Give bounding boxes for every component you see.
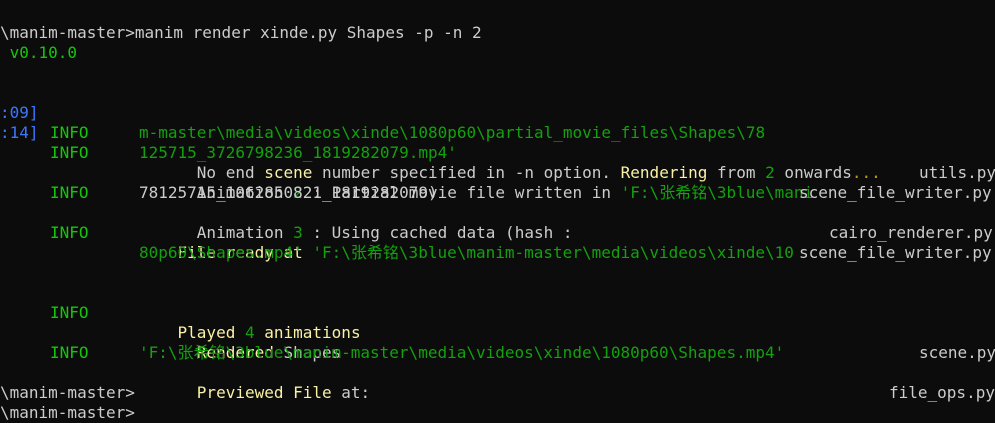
log-entry-1: :09] INFO No end scene number specified …: [0, 83, 995, 182]
log-level: INFO: [50, 303, 89, 322]
log-level: INFO: [50, 123, 89, 142]
log-message-cont: File ready at 'F:\张希铭\3blue\manim-master…: [139, 223, 794, 262]
log-entry-4: INFO scene_file_writer.py: [0, 203, 995, 262]
file-path: 'F:\张希铭\3blue\manim-master\media\videos\…: [312, 243, 794, 262]
log-source: scene.py: [919, 343, 995, 362]
log-message-cont: Played 4 animations: [139, 303, 361, 342]
log-message-cont: 125715_3726798236_1819282079.mp4': [139, 143, 457, 162]
log-time: :14]: [0, 123, 39, 142]
log-entry-5: INFO Rendered Shapes scene.py: [0, 283, 995, 362]
msg-part: File: [293, 383, 332, 402]
log-source: cairo_renderer.py: [829, 223, 993, 242]
file-path: 'F:\张希铭\3blue\manim-master\media\videos\…: [139, 343, 785, 362]
log-entry-3: INFO Animation 3 : Using cached data (ha…: [0, 163, 995, 242]
version-line: v0.10.0: [0, 43, 78, 62]
log-source: file_ops.py: [889, 383, 995, 402]
log-level: INFO: [50, 343, 89, 362]
log-source: scene_file_writer.py: [799, 183, 992, 202]
log-level: INFO: [50, 183, 89, 202]
log-level: INFO: [50, 223, 89, 242]
msg-part: 'F:\张希铭\3blue\mani: [620, 183, 814, 202]
prompt-command-line: \manim-master>manim render xinde.py Shap…: [0, 23, 482, 42]
prompt-line-active[interactable]: \manim-master>: [0, 403, 135, 423]
log-message-cont: 78125715_1062850821_1819282079): [139, 183, 438, 202]
msg-part: Previewed: [196, 383, 294, 402]
log-entry-2: :14] INFO Animation 2 : Partial movie fi…: [0, 103, 995, 202]
prompt-line[interactable]: \manim-master>: [0, 383, 135, 403]
log-message: Previewed File at:: [139, 363, 370, 423]
log-entry-6: INFO Previewed File at: file_ops.py: [0, 323, 995, 402]
log-level: INFO: [50, 143, 89, 162]
log-message-cont: 80p60\Shapes.mp4': [139, 243, 303, 262]
log-message-cont: m-master\media\videos\xinde\1080p60\part…: [139, 123, 766, 142]
log-source: scene_file_writer.py: [799, 243, 992, 262]
terminal-window[interactable]: \manim-master>manim render xinde.py Shap…: [0, 0, 995, 423]
msg-part: at:: [331, 383, 371, 402]
